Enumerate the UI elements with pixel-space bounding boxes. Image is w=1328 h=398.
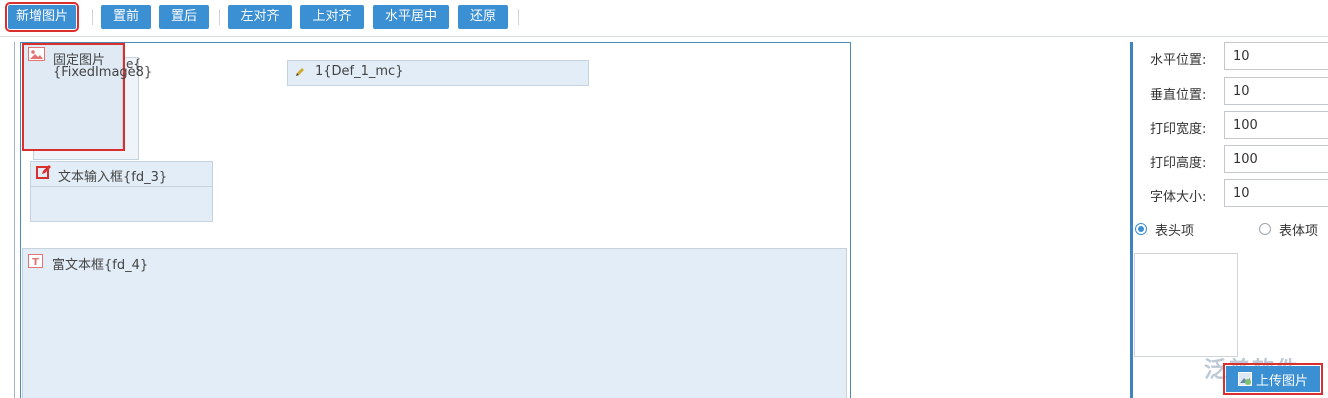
send-backward-button[interactable]: 置后 (159, 5, 209, 29)
horizontal-position-input[interactable] (1224, 42, 1328, 70)
canvas-left-border (14, 42, 15, 398)
upload-image-label: 上传图片 (1256, 374, 1309, 389)
toolbar: 新增图片 置前 置后 左对齐 上对齐 水平居中 还原 (0, 0, 1328, 37)
align-top-button[interactable]: 上对齐 (300, 5, 364, 29)
body-item-label: 表体项 (1279, 224, 1319, 239)
def-field-label: 1{Def_1_mc} (315, 64, 404, 79)
body-item-radio[interactable] (1259, 223, 1271, 235)
restore-button[interactable]: 还原 (458, 5, 508, 29)
image-icon (28, 47, 45, 65)
font-size-input[interactable] (1224, 179, 1328, 207)
upload-icon (1238, 372, 1252, 390)
print-width-label: 打印宽度: (1150, 122, 1207, 137)
fixed-image-code: {FixedImage8} (53, 65, 153, 80)
text-input-divider (31, 186, 212, 187)
vertical-position-input[interactable] (1224, 77, 1328, 105)
align-left-button[interactable]: 左对齐 (228, 5, 292, 29)
pencil-icon (294, 66, 306, 82)
upload-image-button[interactable]: 上传图片 (1223, 363, 1323, 395)
text-input-label: 文本输入框{fd_3} (58, 170, 168, 185)
print-height-input[interactable] (1224, 145, 1328, 173)
toolbar-separator (219, 9, 220, 25)
toolbar-separator (92, 9, 93, 25)
bring-forward-button[interactable]: 置前 (101, 5, 151, 29)
print-height-label: 打印高度: (1150, 156, 1207, 171)
header-item-radio[interactable] (1135, 223, 1147, 235)
svg-text:T: T (32, 257, 39, 268)
vertical-position-label: 垂直位置: (1150, 88, 1207, 103)
text-format-icon: T (28, 254, 43, 272)
image-preview (1134, 253, 1238, 357)
properties-panel-border (1130, 42, 1133, 398)
toolbar-separator (518, 9, 519, 25)
print-width-input[interactable] (1224, 111, 1328, 139)
edit-icon (36, 164, 52, 184)
font-size-label: 字体大小: (1150, 190, 1207, 205)
center-horizontal-button[interactable]: 水平居中 (373, 5, 449, 29)
horizontal-position-label: 水平位置: (1150, 53, 1207, 68)
add-image-button[interactable]: 新增图片 (5, 2, 79, 32)
header-item-label: 表头项 (1155, 224, 1195, 239)
rich-text-label: 富文本框{fd_4} (52, 258, 149, 273)
